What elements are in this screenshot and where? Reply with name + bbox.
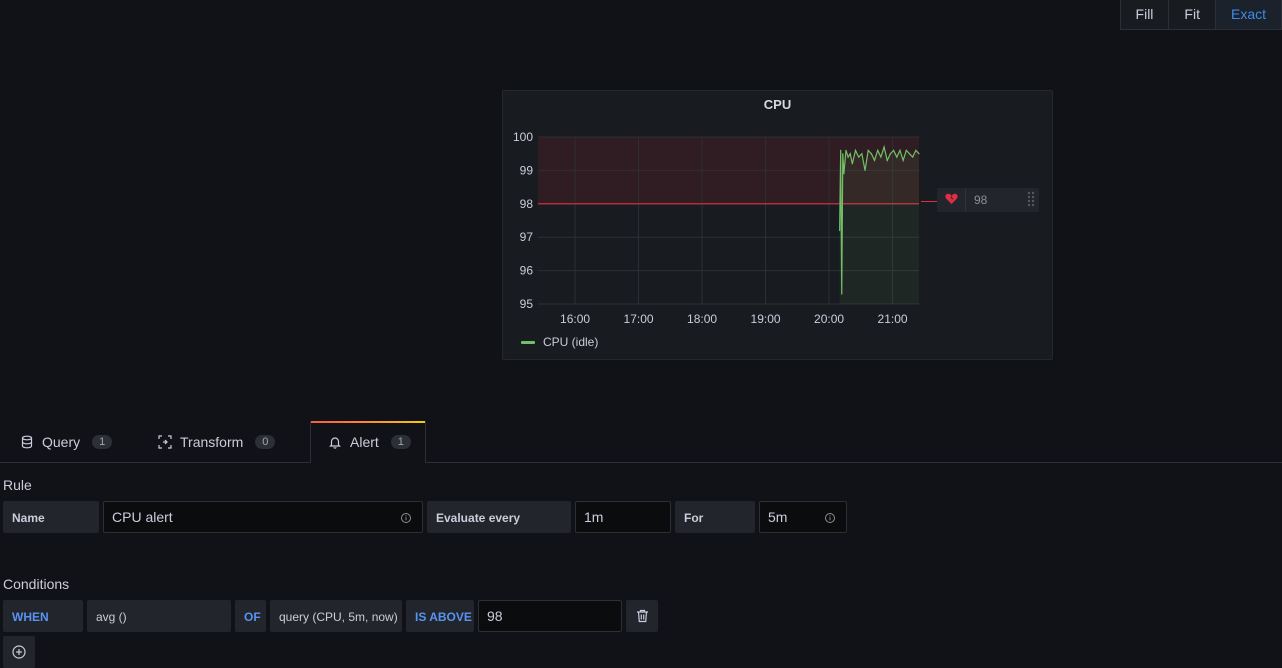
threshold-handle-value[interactable]: 98 [965, 188, 1023, 212]
condition-query-select[interactable]: query (CPU, 5m, now) [270, 600, 402, 632]
x-tick-label: 20:00 [814, 312, 844, 326]
condition-when-keyword: WHEN [3, 600, 83, 632]
rule-name-value: CPU alert [112, 509, 173, 525]
data-point [867, 149, 869, 151]
bell-icon [328, 435, 342, 449]
data-point [905, 149, 907, 151]
data-point [861, 153, 863, 155]
add-condition-button[interactable] [3, 636, 35, 668]
plus-circle-icon [12, 645, 26, 659]
database-icon [20, 435, 34, 449]
data-point [854, 149, 857, 151]
evaluate-every-value: 1m [584, 509, 604, 525]
rule-heading: Rule [3, 477, 32, 493]
tab-transform-count: 0 [255, 434, 276, 449]
drag-grip-icon[interactable] [1023, 190, 1039, 211]
data-point [858, 156, 860, 158]
data-point [877, 149, 879, 151]
data-point [841, 293, 843, 295]
data-point [883, 146, 885, 148]
data-point [870, 153, 872, 155]
data-point [873, 159, 876, 161]
data-point [842, 153, 844, 155]
data-point [864, 169, 866, 171]
legend-swatch [521, 340, 535, 344]
tab-alert-content[interactable]: Alert 1 [318, 421, 421, 462]
tab-transform-label: Transform [180, 433, 244, 450]
x-tick-label: 16:00 [560, 312, 590, 326]
y-tick-label: 99 [520, 163, 534, 177]
x-tick-label: 17:00 [624, 312, 654, 326]
data-point [847, 156, 849, 158]
y-tick-label: 98 [520, 197, 534, 211]
data-point [849, 153, 851, 155]
y-tick-label: 100 [513, 130, 533, 144]
data-point [880, 156, 882, 158]
condition-of-keyword: OF [235, 600, 266, 632]
condition-evaluator-select[interactable]: IS ABOVE [406, 600, 474, 632]
data-point [918, 153, 920, 155]
tab-query[interactable]: Query 1 [10, 421, 122, 462]
condition-threshold-value: 98 [487, 608, 503, 624]
rule-name-label: Name [3, 501, 99, 533]
view-mode-fill-button[interactable]: Fill [1119, 0, 1170, 30]
info-icon[interactable] [400, 512, 412, 524]
trash-icon [636, 609, 648, 623]
data-point [839, 229, 841, 232]
y-tick-label: 96 [520, 264, 534, 278]
data-point [886, 159, 888, 161]
data-point [845, 149, 847, 151]
broken-heart-icon [937, 193, 965, 208]
data-point [889, 153, 892, 155]
tab-alert-count: 1 [390, 434, 411, 449]
threshold-connector [921, 201, 937, 202]
conditions-heading: Conditions [3, 576, 70, 592]
x-tick-label: 21:00 [878, 312, 908, 326]
data-point [915, 149, 917, 151]
condition-reducer-select[interactable]: avg () [87, 600, 231, 632]
data-point [851, 163, 853, 165]
evaluate-every-label: Evaluate every [427, 501, 571, 533]
for-input[interactable]: 5m [759, 501, 847, 533]
data-point [899, 149, 901, 151]
x-tick-label: 18:00 [687, 312, 717, 326]
info-icon[interactable] [824, 512, 836, 524]
data-point [902, 159, 904, 161]
evaluate-every-input[interactable]: 1m [575, 501, 671, 533]
delete-condition-button[interactable] [626, 600, 658, 632]
tab-alert[interactable]: Alert 1 [310, 421, 426, 463]
condition-threshold-input[interactable]: 98 [478, 600, 622, 632]
tab-query-count: 1 [92, 434, 113, 449]
y-tick-label: 95 [520, 297, 534, 311]
tab-query-label: Query [42, 433, 81, 450]
view-mode-group: Fill Fit Exact [1119, 0, 1282, 30]
threshold-handle[interactable]: 98 [937, 188, 1039, 212]
tab-alert-label: Alert [350, 433, 379, 450]
x-tick-label: 19:00 [751, 312, 781, 326]
cpu-chart[interactable]: 95 96 97 98 99 100 16:00 17:00 18:00 19:00 20:00 21… [503, 91, 1054, 361]
data-point [912, 156, 914, 158]
tab-transform[interactable]: Transform 0 [148, 421, 285, 462]
data-point [843, 173, 845, 175]
view-mode-fit-button[interactable]: Fit [1168, 0, 1216, 30]
transform-icon [158, 434, 172, 449]
view-mode-exact-button[interactable]: Exact [1214, 0, 1282, 30]
y-tick-label: 97 [520, 230, 534, 244]
for-label: For [675, 501, 755, 533]
for-value: 5m [768, 509, 788, 525]
series-area [839, 147, 919, 304]
data-point [896, 156, 898, 158]
data-point [908, 153, 911, 155]
legend-series-label[interactable]: CPU (idle) [543, 335, 598, 349]
editor-tabs: Query 1 Transform 0 Alert 1 [0, 421, 1282, 463]
data-point [893, 149, 895, 151]
data-point [840, 149, 842, 151]
rule-name-input[interactable]: CPU alert [103, 501, 423, 533]
legend: CPU (idle) [521, 335, 598, 349]
graph-panel: CPU 95 96 97 98 99 100 16:00 17:00 18:00 19:00 20:… [502, 90, 1053, 360]
